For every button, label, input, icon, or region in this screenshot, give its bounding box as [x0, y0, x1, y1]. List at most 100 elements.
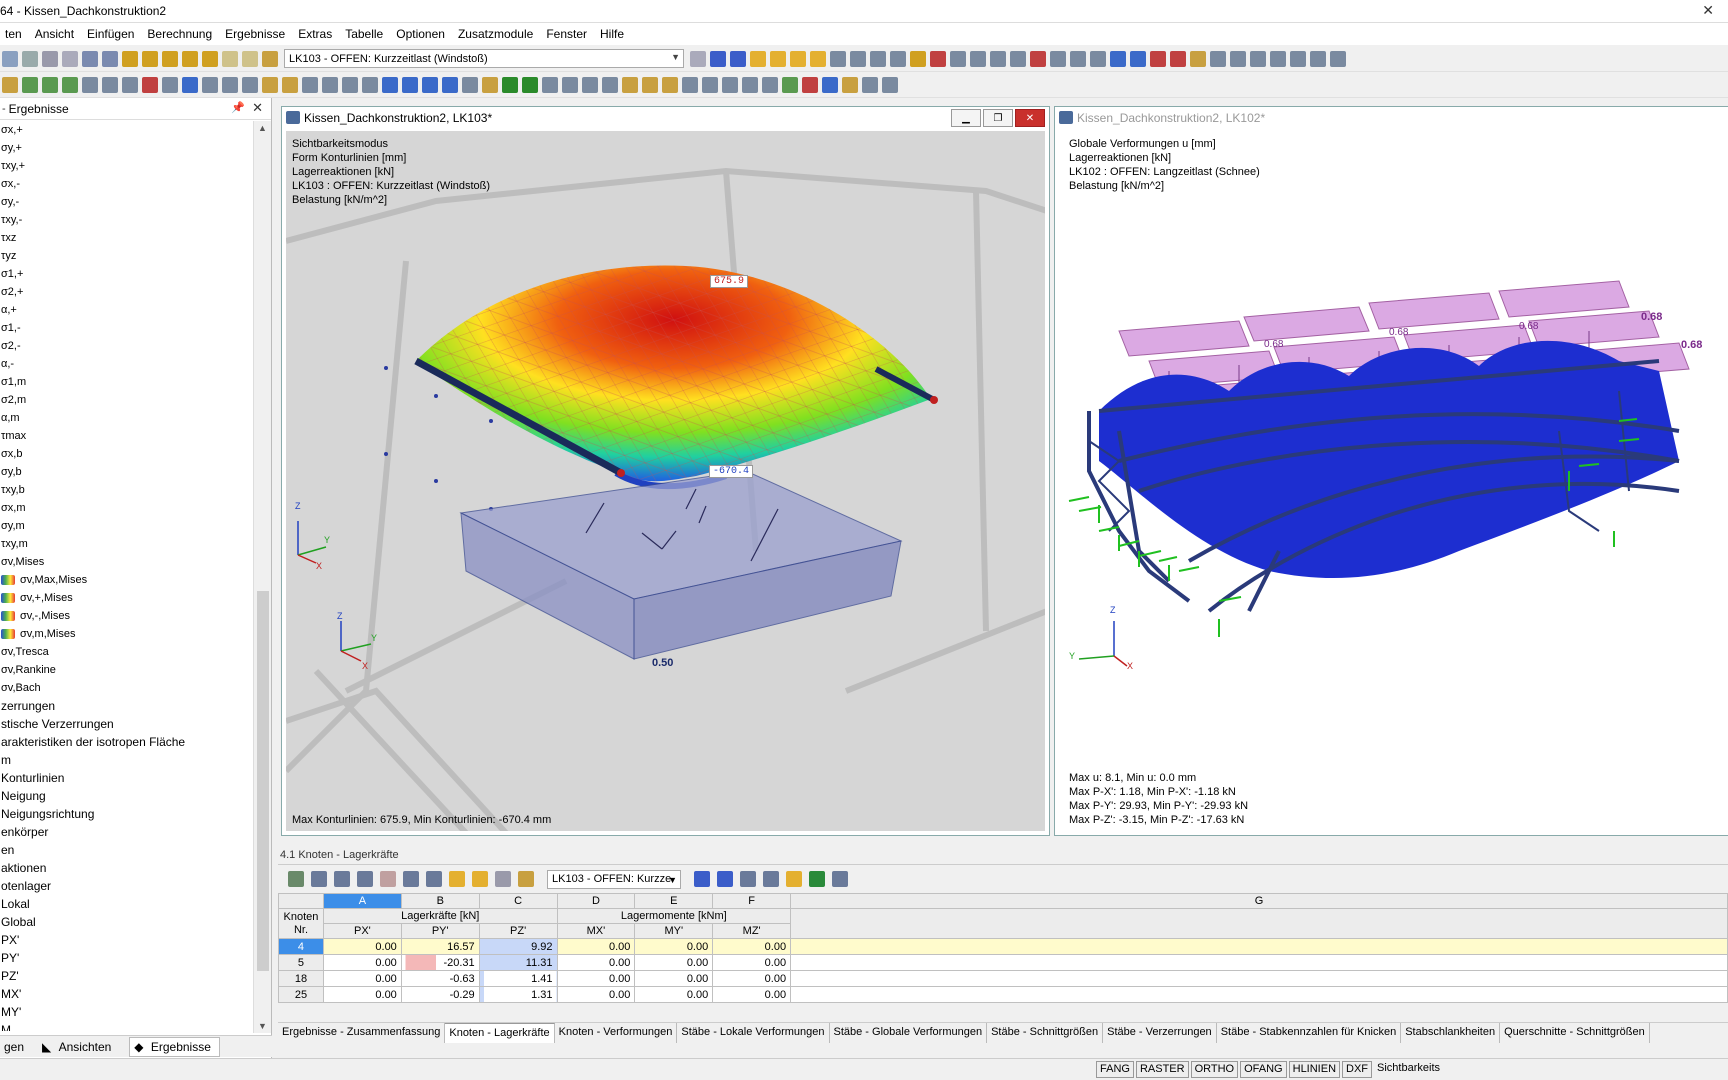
- open-file-icon[interactable]: [22, 50, 38, 67]
- view-x-icon[interactable]: [382, 76, 398, 93]
- tree-item[interactable]: en: [0, 841, 252, 859]
- col-header-c[interactable]: C: [478, 893, 558, 909]
- menu-datei[interactable]: ten: [0, 27, 30, 41]
- tree-item[interactable]: σv,Tresca: [0, 643, 252, 661]
- cell-my[interactable]: 0.00: [634, 970, 714, 987]
- tool-r-icon[interactable]: [1170, 50, 1186, 67]
- thickness-icon[interactable]: [222, 76, 238, 93]
- loads-icon[interactable]: [262, 50, 278, 67]
- preview-icon[interactable]: [62, 50, 78, 67]
- tree-item[interactable]: σ2,-: [0, 337, 252, 355]
- tree-item[interactable]: σv,Max,Mises: [0, 571, 252, 589]
- cut-icon[interactable]: [602, 76, 618, 93]
- tool-z-icon[interactable]: [1330, 50, 1346, 67]
- panel2-icon[interactable]: [242, 50, 258, 67]
- grid-icon[interactable]: [522, 76, 538, 93]
- values-icon[interactable]: [662, 76, 678, 93]
- view-window-lk103[interactable]: Kissen_Dachkonstruktion2, LK103* ▁ ❐ ✕ S…: [281, 106, 1050, 836]
- cell-px[interactable]: 0.00: [322, 986, 402, 1003]
- col-header-f[interactable]: F: [712, 893, 792, 909]
- edit-icon[interactable]: [122, 50, 138, 67]
- status-ortho[interactable]: ORTHO: [1190, 1061, 1239, 1078]
- tree-item[interactable]: τxy,+: [0, 157, 252, 175]
- tab-verzerrungen[interactable]: Stäbe - Verzerrungen: [1103, 1023, 1217, 1043]
- close-window-icon[interactable]: ✕: [1702, 2, 1714, 19]
- tool-h-icon[interactable]: [970, 50, 986, 67]
- tool-c-icon[interactable]: [870, 50, 886, 67]
- close-icon[interactable]: ✕: [1015, 109, 1045, 127]
- table-tool-icon[interactable]: [495, 871, 511, 887]
- cell-g[interactable]: [790, 970, 1728, 987]
- status-hlinien[interactable]: HLINIEN: [1288, 1061, 1341, 1078]
- tool-p-icon[interactable]: [1130, 50, 1146, 67]
- tree-item[interactable]: arakteristiken der isotropen Fläche: [0, 733, 252, 751]
- col-header-e[interactable]: E: [634, 893, 714, 909]
- excel-icon[interactable]: [809, 871, 825, 887]
- minimize-icon[interactable]: ▁: [951, 109, 981, 127]
- redo-icon[interactable]: [102, 50, 118, 67]
- status-raster[interactable]: RASTER: [1135, 1061, 1189, 1078]
- tile-icon[interactable]: [722, 76, 738, 93]
- select-icon[interactable]: [182, 50, 198, 67]
- menu-extras[interactable]: Extras: [293, 27, 340, 41]
- navigator-scrollbar[interactable]: ▲ ▼: [253, 121, 271, 1033]
- tool-q-icon[interactable]: [1150, 50, 1166, 67]
- status-dxf[interactable]: DXF: [1342, 1061, 1373, 1078]
- tree-item[interactable]: α,+: [0, 301, 252, 319]
- tool-i-icon[interactable]: [990, 50, 1006, 67]
- dim-icon[interactable]: [482, 76, 498, 93]
- show-icon[interactable]: [542, 76, 558, 93]
- cell-mx[interactable]: 0.00: [556, 938, 636, 955]
- tree-item[interactable]: σ1,m: [0, 373, 252, 391]
- cell-g[interactable]: [790, 986, 1728, 1003]
- tree-item[interactable]: σ1,+: [0, 265, 252, 283]
- nav-toggle-icon[interactable]: [762, 76, 778, 93]
- color-icon[interactable]: [786, 871, 802, 887]
- tool-s-icon[interactable]: [1190, 50, 1206, 67]
- tool-f-icon[interactable]: [930, 50, 946, 67]
- opening-icon[interactable]: [102, 76, 118, 93]
- support-icon[interactable]: [122, 76, 138, 93]
- tool-e-icon[interactable]: [910, 50, 926, 67]
- menu-zusatzmodule[interactable]: Zusatzmodule: [453, 27, 541, 41]
- results-max-icon[interactable]: [810, 50, 826, 67]
- view-window-lk102[interactable]: Kissen_Dachkonstruktion2, LK102* 0.68 0.…: [1054, 106, 1728, 836]
- render-icon[interactable]: [462, 76, 478, 93]
- material-icon[interactable]: [182, 76, 198, 93]
- cell-py[interactable]: -0.29: [400, 986, 480, 1003]
- cell-nr[interactable]: 5: [278, 954, 324, 971]
- cell-pz[interactable]: 1.41: [478, 970, 558, 987]
- menu-berechnung[interactable]: Berechnung: [142, 27, 220, 41]
- cell-g[interactable]: [790, 954, 1728, 971]
- table-tool-icon[interactable]: [403, 871, 419, 887]
- view1-canvas[interactable]: Sichtbarkeitsmodus Form Konturlinien [mm…: [286, 131, 1045, 831]
- table-tool-icon[interactable]: [518, 871, 534, 887]
- tree-item[interactable]: σv,+,Mises: [0, 589, 252, 607]
- move-icon[interactable]: [242, 76, 258, 93]
- tab-knoten-verformungen[interactable]: Knoten - Verformungen: [555, 1023, 678, 1043]
- table-row[interactable]: 18 0.00 -0.63 1.41 0.00 0.00 0.00: [278, 970, 1728, 987]
- cell-py[interactable]: -20.31: [400, 954, 480, 971]
- panel-icon[interactable]: [222, 50, 238, 67]
- tree-item[interactable]: τxy,b: [0, 481, 252, 499]
- tree-item[interactable]: Neigung: [0, 787, 252, 805]
- menu-fenster[interactable]: Fenster: [541, 27, 595, 41]
- tree-item[interactable]: Konturlinien: [0, 769, 252, 787]
- tab-daten[interactable]: gen: [0, 1040, 28, 1054]
- tree-item[interactable]: α,m: [0, 409, 252, 427]
- tree-item[interactable]: m: [0, 751, 252, 769]
- table-row[interactable]: 5 0.00 -20.31 11.31 0.00 0.00 0.00: [278, 954, 1728, 971]
- maximize-icon[interactable]: ❐: [983, 109, 1013, 127]
- tool-j-icon[interactable]: [1010, 50, 1026, 67]
- tree-item[interactable]: MX': [0, 985, 252, 1003]
- results-xx-icon[interactable]: [770, 50, 786, 67]
- cell-px[interactable]: 0.00: [322, 938, 402, 955]
- col-header-d[interactable]: D: [556, 893, 636, 909]
- tree-item[interactable]: PZ': [0, 967, 252, 985]
- cell-mz[interactable]: 0.00: [712, 938, 792, 955]
- find-icon[interactable]: [142, 50, 158, 67]
- tool-x-icon[interactable]: [1290, 50, 1306, 67]
- tree-item[interactable]: τxy,-: [0, 211, 252, 229]
- cell-my[interactable]: 0.00: [634, 938, 714, 955]
- cell-nr[interactable]: 25: [278, 986, 324, 1003]
